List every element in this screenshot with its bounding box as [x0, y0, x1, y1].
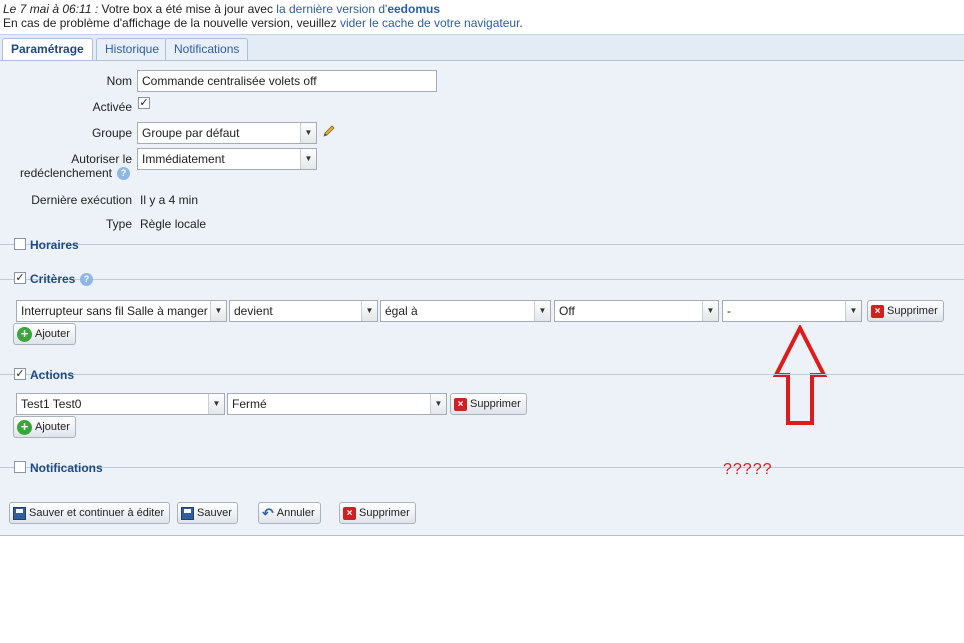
- tab-bar: Paramétrage Historique Notifications: [0, 34, 964, 62]
- tab-notifications[interactable]: Notifications: [165, 38, 249, 61]
- criteria-condition-value: devient: [234, 304, 273, 318]
- criteria-add-label: Ajouter: [35, 328, 70, 340]
- delete-icon: ×: [454, 397, 467, 411]
- type-value: Règle locale: [140, 217, 207, 231]
- notice-date: Le 7 mai à 06:11 :: [3, 2, 99, 16]
- chevron-down-icon: ▼: [208, 394, 224, 414]
- save-icon: [181, 506, 194, 520]
- criteria-device-select[interactable]: Interrupteur sans fil Salle à manger ▼: [16, 300, 227, 322]
- save-icon: [13, 506, 26, 520]
- type-label: Type: [105, 217, 132, 231]
- criteria-condition-select[interactable]: devient ▼: [229, 300, 378, 322]
- notifications-divider: [0, 467, 964, 468]
- notifications-checkbox[interactable]: [14, 461, 26, 473]
- criteres-help-icon[interactable]: ?: [80, 273, 93, 286]
- release-notes-link[interactable]: la dernière version d': [276, 2, 387, 16]
- criteria-device-value: Interrupteur sans fil Salle à manger: [21, 304, 208, 318]
- cancel-button[interactable]: ↶ Annuler: [258, 502, 321, 524]
- active-checkbox[interactable]: ✓: [138, 97, 150, 109]
- chevron-down-icon: ▼: [210, 301, 226, 321]
- action-add-button[interactable]: + Ajouter: [13, 416, 76, 438]
- add-icon: +: [17, 419, 32, 435]
- criteria-extra-select[interactable]: - ▼: [722, 300, 862, 322]
- groupe-select-value: Groupe par défaut: [142, 126, 240, 140]
- save-continue-label: Sauver et continuer à éditer: [29, 507, 165, 519]
- rule-editor-panel: Nom Activée ✓ Groupe Groupe par défaut ▼…: [0, 60, 964, 536]
- autoriser-select-value: Immédiatement: [142, 152, 225, 166]
- active-label: Activée: [92, 100, 132, 114]
- cache-notice-end: .: [519, 16, 523, 30]
- notice-text: Votre box a été mise à jour avec: [98, 2, 277, 16]
- horaires-checkbox[interactable]: [14, 238, 26, 250]
- horaires-legend: Horaires: [30, 238, 79, 252]
- action-delete-button[interactable]: × Supprimer: [450, 393, 527, 415]
- criteria-delete-button[interactable]: × Supprimer: [867, 300, 944, 322]
- autoriser-label: Autoriser le: [10, 152, 132, 166]
- nom-label: Nom: [106, 74, 132, 88]
- help-icon[interactable]: ?: [117, 167, 130, 180]
- action-add-label: Ajouter: [35, 421, 70, 433]
- autoriser-label-line1: Autoriser le: [71, 152, 132, 166]
- actions-checkbox[interactable]: ✓: [14, 368, 26, 380]
- autoriser-label-line2: redéclenchement: [19, 166, 112, 180]
- chevron-down-icon: ▼: [361, 301, 377, 321]
- chevron-down-icon: ▼: [300, 149, 316, 169]
- actions-divider: [0, 374, 964, 375]
- action-value-select[interactable]: Fermé ▼: [227, 393, 447, 415]
- autoriser-select[interactable]: Immédiatement ▼: [137, 148, 317, 170]
- action-device-value: Test1 Test0: [21, 397, 82, 411]
- actions-legend: Actions: [30, 368, 75, 382]
- nom-input[interactable]: [137, 70, 437, 92]
- cancel-label: Annuler: [276, 507, 315, 519]
- derniere-execution-label: Dernière exécution: [31, 193, 132, 207]
- action-device-select[interactable]: Test1 Test0 ▼: [16, 393, 225, 415]
- criteria-delete-label: Supprimer: [887, 305, 938, 317]
- save-label: Sauver: [197, 507, 232, 519]
- derniere-execution-value: Il y a 4 min: [140, 193, 199, 207]
- tab-parametrage[interactable]: Paramétrage: [2, 38, 93, 62]
- cache-notice-text: En cas de problème d'affichage de la nou…: [3, 16, 340, 30]
- red-arrow-annotation: [773, 325, 827, 425]
- update-notice: Le 7 mai à 06:11 : Votre box a été mise …: [3, 2, 523, 30]
- criteria-operator-value: égal à: [385, 304, 418, 318]
- criteres-legend: Critères: [30, 272, 76, 286]
- criteria-operator-select[interactable]: égal à ▼: [380, 300, 551, 322]
- criteres-divider: [0, 279, 964, 280]
- chevron-down-icon: ▼: [430, 394, 446, 414]
- chevron-down-icon: ▼: [845, 301, 861, 321]
- delete-icon: ×: [343, 506, 356, 520]
- delete-rule-label: Supprimer: [359, 507, 410, 519]
- criteria-value-select[interactable]: Off ▼: [554, 300, 719, 322]
- criteria-add-button[interactable]: + Ajouter: [13, 323, 76, 345]
- chevron-down-icon: ▼: [702, 301, 718, 321]
- chevron-down-icon: ▼: [534, 301, 550, 321]
- question-marks-annotation: ?????: [723, 461, 773, 478]
- horaires-divider: [0, 244, 964, 245]
- undo-icon: ↶: [262, 505, 274, 522]
- groupe-label: Groupe: [91, 126, 132, 140]
- delete-icon: ×: [871, 304, 884, 318]
- delete-rule-button[interactable]: × Supprimer: [339, 502, 416, 524]
- chevron-down-icon: ▼: [300, 123, 316, 143]
- brand-name[interactable]: eedomus: [387, 2, 440, 16]
- criteres-checkbox[interactable]: ✓: [14, 272, 26, 284]
- add-icon: +: [17, 326, 32, 342]
- action-value-value: Fermé: [232, 397, 267, 411]
- criteria-value-value: Off: [559, 304, 575, 318]
- save-button[interactable]: Sauver: [177, 502, 238, 524]
- pencil-icon[interactable]: [322, 124, 336, 138]
- notifications-legend: Notifications: [30, 461, 103, 475]
- groupe-select[interactable]: Groupe par défaut ▼: [137, 122, 317, 144]
- action-delete-label: Supprimer: [470, 398, 521, 410]
- save-continue-button[interactable]: Sauver et continuer à éditer: [9, 502, 171, 524]
- clear-cache-link[interactable]: vider le cache de votre navigateur: [340, 16, 519, 30]
- tab-historique[interactable]: Historique: [96, 38, 169, 61]
- criteria-extra-value: -: [727, 304, 731, 318]
